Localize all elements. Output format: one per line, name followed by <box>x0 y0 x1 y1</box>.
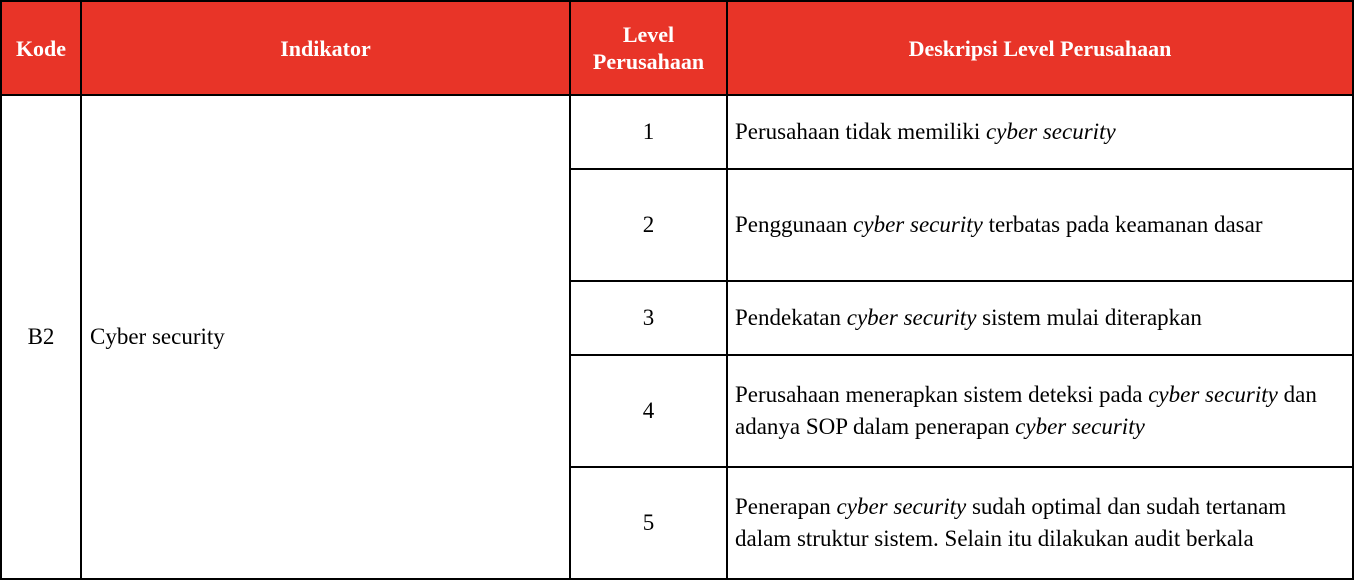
description-italic-text: cyber security <box>846 305 977 330</box>
description-text: Penerapan <box>735 494 837 519</box>
description-cell: Perusahaan menerapkan sistem deteksi pad… <box>726 354 1354 468</box>
header-indikator: Indikator <box>80 0 571 96</box>
header-level-line1: Level <box>622 22 675 47</box>
header-kode: Kode <box>0 0 82 96</box>
description-cell: Penerapan cyber security sudah optimal d… <box>726 466 1354 580</box>
level-cell: 3 <box>569 280 728 356</box>
description-cell: Pendekatan cyber security sistem mulai d… <box>726 280 1354 356</box>
description-text: Perusahaan menerapkan sistem deteksi pad… <box>735 382 1149 407</box>
description-text: Penggunaan <box>735 212 854 237</box>
indikator-cell: Cyber security <box>80 94 571 580</box>
description-text: Pendekatan <box>735 305 847 330</box>
description-cell: Perusahaan tidak memiliki cyber security <box>726 94 1354 170</box>
description-italic-text: cyber security <box>986 119 1116 144</box>
description-text: sistem mulai diterapkan <box>976 305 1202 330</box>
description-cell: Penggunaan cyber security terbatas pada … <box>726 168 1354 282</box>
level-cell: 1 <box>569 94 728 170</box>
description-text: Perusahaan tidak memiliki <box>735 119 987 144</box>
description-italic-text: cyber security <box>853 212 983 237</box>
level-cell: 4 <box>569 354 728 468</box>
description-italic-text: cyber security <box>1015 414 1145 439</box>
level-cell: 5 <box>569 466 728 580</box>
kode-cell: B2 <box>0 94 82 580</box>
header-level: Level Perusahaan <box>569 0 728 96</box>
header-deskripsi: Deskripsi Level Perusahaan <box>726 0 1354 96</box>
table-row: B2 Cyber security 1 Perusahaan tidak mem… <box>0 94 1354 580</box>
description-text: terbatas pada keamanan dasar <box>982 212 1263 237</box>
header-row: Kode Indikator Level Perusahaan Deskripsi… <box>0 0 1354 96</box>
description-italic-text: cyber security <box>836 494 967 519</box>
level-cell: 2 <box>569 168 728 282</box>
level-table: Kode Indikator Level Perusahaan Deskripsi… <box>0 0 1354 580</box>
header-level-line2: Perusahaan <box>592 49 705 74</box>
description-italic-text: cyber security <box>1148 382 1278 407</box>
